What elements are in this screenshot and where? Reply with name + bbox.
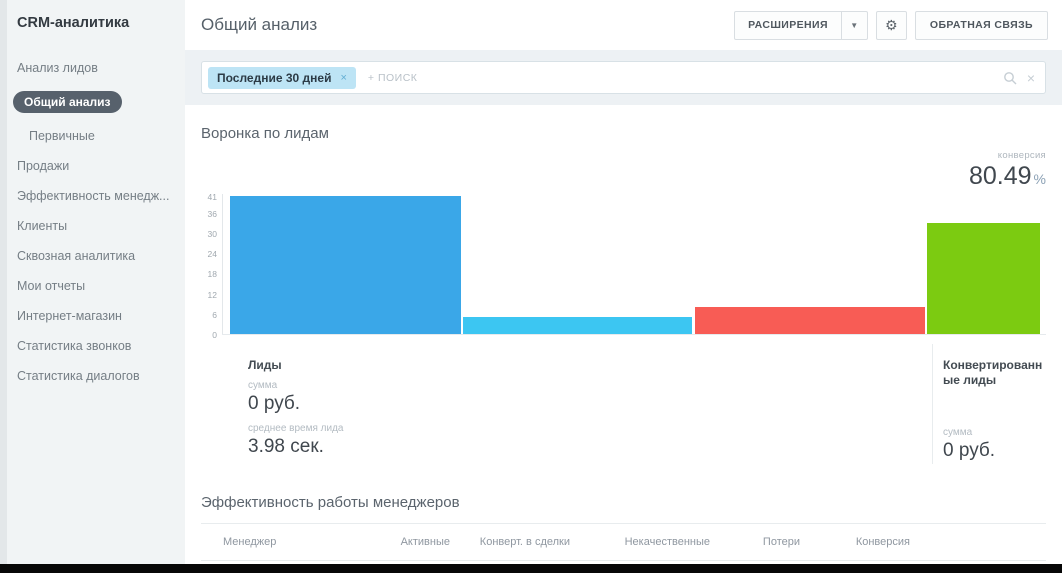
feedback-button-label: ОБРАТНАЯ СВЯЗЬ (930, 19, 1033, 31)
extensions-button-group: РАСШИРЕНИЯ ▼ (734, 11, 868, 40)
converted-leads-title: Конвертированные лиды (943, 358, 1046, 388)
search-icon[interactable] (1003, 71, 1017, 85)
sidebar-item-8[interactable]: Интернет-магазин (0, 301, 185, 331)
sidebar-item-0[interactable]: Анализ лидов (0, 53, 185, 83)
sidebar-item-3[interactable]: Продажи (0, 151, 185, 181)
table-column-header-4: Потери (710, 536, 800, 548)
sidebar-active-pill[interactable]: Общий анализ (13, 91, 122, 113)
y-axis-tick: 0 (201, 330, 217, 340)
funnel-bar-1[interactable] (463, 317, 692, 334)
funnel-bar-конвертированные-лиды[interactable] (927, 223, 1040, 334)
y-axis-tick: 6 (201, 310, 217, 320)
table-column-header-0: Менеджер (223, 536, 330, 548)
filter-tag-close-icon[interactable]: × (340, 72, 346, 84)
filter-clear-icon[interactable]: × (1027, 70, 1035, 86)
y-axis-tick: 18 (201, 269, 217, 279)
chevron-down-icon[interactable]: ▼ (842, 21, 867, 30)
leads-sum-label: сумма (248, 380, 1046, 391)
y-axis-tick: 41 (201, 192, 217, 202)
leads-avg-value: 3.98 сек. (248, 436, 1046, 458)
leads-title: Лиды (248, 358, 1046, 372)
y-axis-tick: 30 (201, 229, 217, 239)
funnel-bar-лиды[interactable] (230, 196, 461, 334)
managers-table-header: МенеджерАктивныеКонверт. в сделкиНекачес… (201, 524, 1046, 561)
sidebar-item-6[interactable]: Сквозная аналитика (0, 241, 185, 271)
filter-search-input[interactable]: Последние 30 дней × + поиск × (201, 61, 1046, 94)
conversion-value: 80.49 (969, 162, 1032, 190)
sidebar-item-4[interactable]: Эффективность менедж... (0, 181, 185, 211)
funnel-info-left: Лиды сумма 0 руб. среднее время лида 3.9… (201, 344, 1046, 458)
filter-tag-period[interactable]: Последние 30 дней × (208, 67, 356, 89)
filter-placeholder[interactable]: + поиск (368, 72, 1003, 84)
conversion-unit: % (1034, 171, 1046, 187)
table-column-header-3: Некачественные (570, 536, 710, 548)
table-column-header-5: Конверсия (800, 536, 910, 548)
feedback-button[interactable]: ОБРАТНАЯ СВЯЗЬ (915, 11, 1048, 40)
settings-button[interactable]: ⚙ (876, 11, 907, 40)
sidebar-item-5[interactable]: Клиенты (0, 211, 185, 241)
y-axis-line (222, 194, 223, 334)
page-title: Общий анализ (201, 15, 317, 35)
sidebar-item-1[interactable]: Общий анализ (0, 83, 185, 121)
y-axis-tick: 12 (201, 290, 217, 300)
topbar: Общий анализ РАСШИРЕНИЯ ▼ ⚙ ОБРАТНАЯ СВЯ… (185, 0, 1062, 50)
sidebar-edge-strip (0, 0, 7, 564)
sidebar-nav: Анализ лидов Общий анализ ПервичныеПродажи… (0, 53, 185, 391)
sidebar: CRM-аналитика Анализ лидов Общий анализ Пе… (0, 0, 185, 564)
sidebar-item-9[interactable]: Статистика звонков (0, 331, 185, 361)
conversion-block: конверсия 80.49% (969, 150, 1046, 191)
y-axis-tick: 24 (201, 249, 217, 259)
leads-sum-value: 0 руб. (248, 393, 1046, 415)
filter-band: Последние 30 дней × + поиск × (185, 50, 1062, 105)
funnel-bar-2[interactable] (695, 307, 925, 334)
funnel-info-row: Лиды сумма 0 руб. среднее время лида 3.9… (201, 344, 1046, 468)
screen-bottom-edge (0, 564, 1062, 573)
sidebar-item-7[interactable]: Мои отчеты (0, 271, 185, 301)
conversion-label: конверсия (969, 150, 1046, 161)
funnel-info-right: Конвертированные лиды сумма 0 руб. (932, 344, 1046, 464)
main-area: Общий анализ РАСШИРЕНИЯ ▼ ⚙ ОБРАТНАЯ СВЯ… (185, 0, 1062, 564)
table-column-header-2: Конверт. в сделки (450, 536, 570, 548)
filter-icons: × (1003, 70, 1035, 86)
topbar-actions: РАСШИРЕНИЯ ▼ ⚙ ОБРАТНАЯ СВЯЗЬ (734, 11, 1048, 40)
crm-analytics-screen: CRM-аналитика Анализ лидов Общий анализ Пе… (0, 0, 1062, 573)
managers-section-title: Эффективность работы менеджеров (201, 494, 1046, 524)
leads-avg-label: среднее время лида (248, 423, 1046, 434)
funnel-section-title: Воронка по лидам (201, 125, 1046, 142)
converted-sum-value: 0 руб. (943, 440, 1046, 462)
table-column-header-1: Активные (330, 536, 450, 548)
filter-tag-label: Последние 30 дней (217, 71, 331, 85)
extensions-button[interactable]: РАСШИРЕНИЯ (735, 19, 841, 31)
y-axis-tick: 36 (201, 209, 217, 219)
sidebar-item-10[interactable]: Статистика диалогов (0, 361, 185, 391)
sidebar-item-2[interactable]: Первичные (0, 121, 185, 151)
funnel-chart-card: конверсия 80.49% 41 36 30 24 18 12 6 0 Лиды сум… (201, 144, 1046, 468)
gear-icon: ⚙ (885, 17, 898, 34)
converted-sum-label: сумма (943, 427, 1046, 438)
x-axis-baseline (222, 334, 1046, 335)
sidebar-title: CRM-аналитика (0, 0, 185, 31)
funnel-plot: конверсия 80.49% 41 36 30 24 18 12 6 0 (201, 144, 1046, 344)
